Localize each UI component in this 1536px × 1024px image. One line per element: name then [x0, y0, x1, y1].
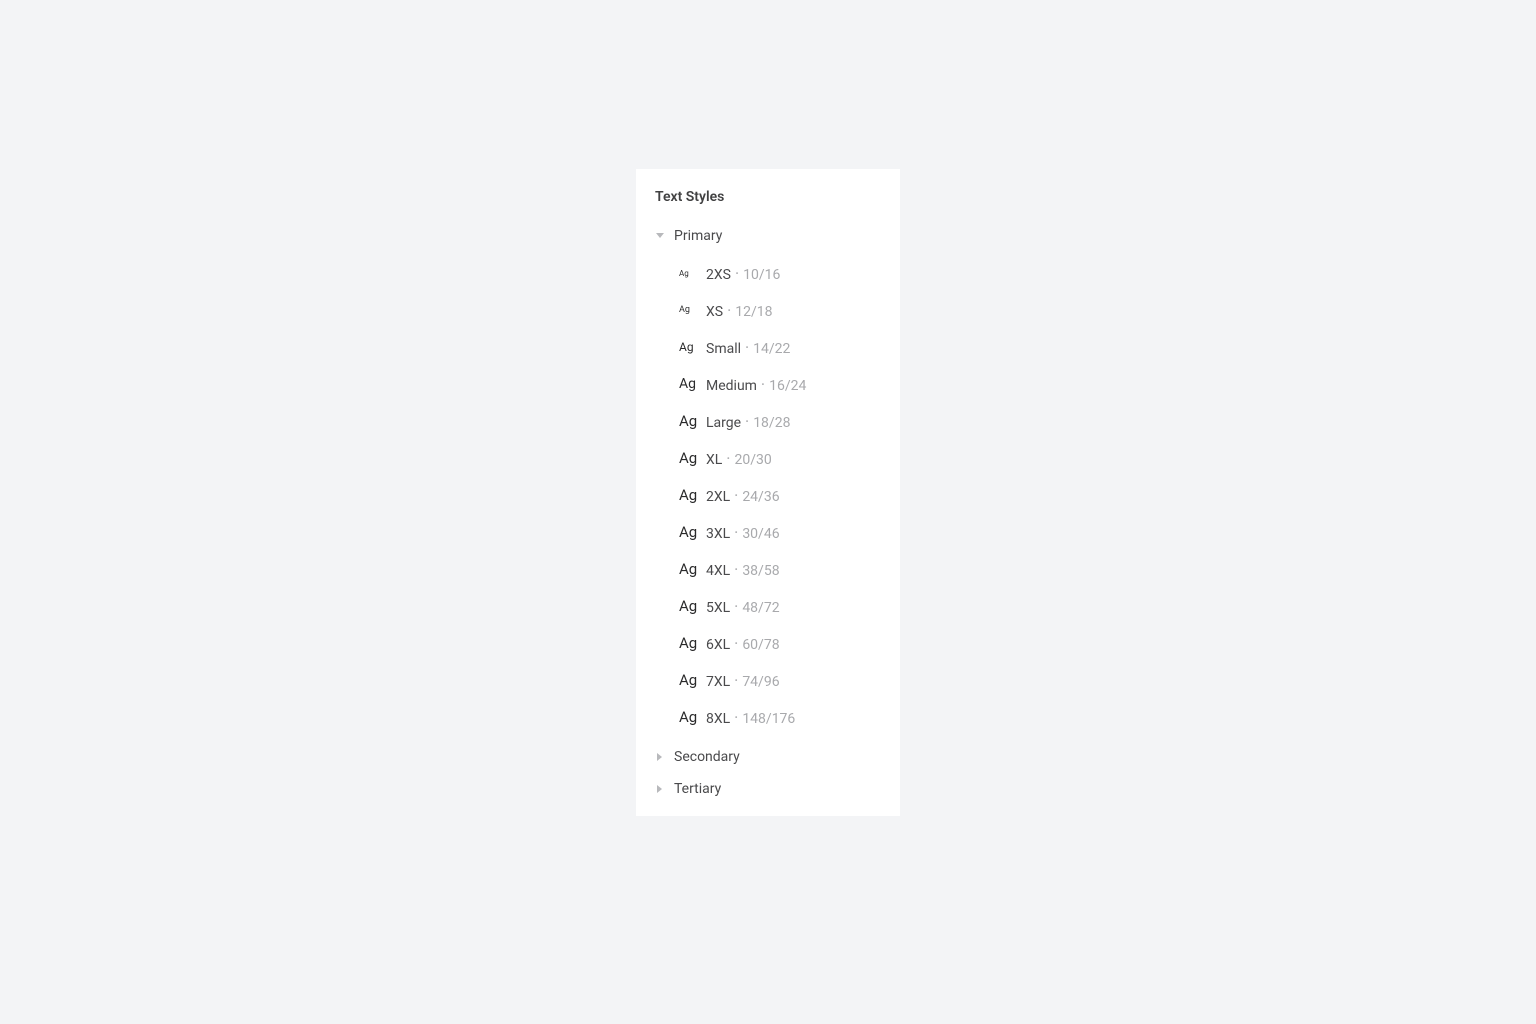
category-row-tertiary[interactable]: Tertiary: [650, 776, 886, 802]
text-style-row[interactable]: Ag 5XL · 48/72: [650, 588, 886, 625]
category-row-secondary[interactable]: Secondary: [650, 744, 886, 770]
style-dims: 60/78: [742, 637, 779, 653]
style-name: 6XL: [706, 637, 730, 653]
style-dims: 24/36: [742, 489, 779, 505]
text-style-row[interactable]: Ag 2XS · 10/16: [650, 255, 886, 292]
style-dims: 16/24: [769, 378, 806, 394]
text-styles-panel: Text Styles Primary Ag 2XS · 10/16 Ag XS…: [636, 169, 900, 816]
category-label: Secondary: [674, 749, 740, 765]
style-text: Small · 14/22: [706, 338, 790, 357]
style-text: 2XS · 10/16: [706, 264, 780, 283]
ag-preview-icon: Ag: [679, 597, 697, 615]
style-text: XL · 20/30: [706, 449, 772, 468]
separator: ·: [722, 449, 734, 468]
text-style-row[interactable]: Ag XS · 12/18: [650, 292, 886, 329]
category-label: Tertiary: [674, 781, 721, 797]
style-text: XS · 12/18: [706, 301, 772, 320]
ag-preview-icon: Ag: [679, 412, 697, 430]
ag-preview-icon: Ag: [679, 671, 697, 689]
style-name: XL: [706, 452, 722, 468]
ag-preview-icon: Ag: [679, 560, 697, 578]
style-name: 3XL: [706, 526, 730, 542]
text-style-row[interactable]: Ag Large · 18/28: [650, 403, 886, 440]
separator: ·: [730, 486, 742, 505]
text-style-row[interactable]: Ag 3XL · 30/46: [650, 514, 886, 551]
style-text: 7XL · 74/96: [706, 671, 780, 690]
ag-preview-icon: Ag: [679, 269, 697, 278]
text-style-row[interactable]: Ag 8XL · 148/176: [650, 699, 886, 736]
separator: ·: [730, 634, 742, 653]
style-dims: 74/96: [742, 674, 779, 690]
ag-preview-icon: Ag: [679, 486, 697, 504]
text-style-row[interactable]: Ag 7XL · 74/96: [650, 662, 886, 699]
chevron-right-icon: [655, 752, 665, 762]
text-style-row[interactable]: Ag Small · 14/22: [650, 329, 886, 366]
ag-preview-icon: Ag: [679, 634, 697, 652]
separator: ·: [731, 264, 743, 283]
panel-title: Text Styles: [650, 189, 886, 205]
style-dims: 38/58: [742, 563, 779, 579]
style-name: 4XL: [706, 563, 730, 579]
style-dims: 12/18: [735, 304, 772, 320]
ag-preview-icon: Ag: [679, 449, 697, 467]
style-dims: 18/28: [753, 415, 790, 431]
text-style-row[interactable]: Ag 4XL · 38/58: [650, 551, 886, 588]
style-text: 8XL · 148/176: [706, 708, 795, 727]
text-style-row[interactable]: Ag 2XL · 24/36: [650, 477, 886, 514]
ag-preview-icon: Ag: [679, 340, 697, 354]
category-row-primary[interactable]: Primary: [650, 223, 886, 249]
style-name: 5XL: [706, 600, 730, 616]
style-dims: 148/176: [742, 711, 795, 727]
style-name: Medium: [706, 378, 757, 394]
style-dims: 48/72: [742, 600, 779, 616]
separator: ·: [730, 523, 742, 542]
style-text: 5XL · 48/72: [706, 597, 780, 616]
category-label: Primary: [674, 228, 722, 244]
style-dims: 30/46: [742, 526, 779, 542]
style-dims: 10/16: [743, 267, 780, 283]
style-text: 3XL · 30/46: [706, 523, 780, 542]
style-text: 4XL · 38/58: [706, 560, 780, 579]
ag-preview-icon: Ag: [679, 376, 697, 392]
chevron-down-icon: [655, 231, 665, 241]
style-name: 2XL: [706, 489, 730, 505]
separator: ·: [730, 708, 742, 727]
style-name: Large: [706, 415, 741, 431]
separator: ·: [730, 671, 742, 690]
separator: ·: [741, 412, 753, 431]
text-style-row[interactable]: Ag XL · 20/30: [650, 440, 886, 477]
separator: ·: [723, 301, 735, 320]
style-text: 2XL · 24/36: [706, 486, 780, 505]
style-dims: 20/30: [734, 452, 771, 468]
style-text: Medium · 16/24: [706, 375, 806, 394]
style-dims: 14/22: [753, 341, 790, 357]
style-text: Large · 18/28: [706, 412, 790, 431]
ag-preview-icon: Ag: [679, 708, 697, 726]
style-name: 2XS: [706, 267, 731, 283]
style-name: Small: [706, 341, 741, 357]
separator: ·: [730, 597, 742, 616]
separator: ·: [730, 560, 742, 579]
style-name: XS: [706, 304, 723, 320]
ag-preview-icon: Ag: [679, 523, 697, 541]
style-list-primary: Ag 2XS · 10/16 Ag XS · 12/18 Ag Small · …: [650, 255, 886, 736]
style-name: 8XL: [706, 711, 730, 727]
separator: ·: [741, 338, 753, 357]
ag-preview-icon: Ag: [679, 305, 697, 315]
chevron-right-icon: [655, 784, 665, 794]
separator: ·: [757, 375, 769, 394]
style-text: 6XL · 60/78: [706, 634, 780, 653]
style-name: 7XL: [706, 674, 730, 690]
text-style-row[interactable]: Ag Medium · 16/24: [650, 366, 886, 403]
text-style-row[interactable]: Ag 6XL · 60/78: [650, 625, 886, 662]
